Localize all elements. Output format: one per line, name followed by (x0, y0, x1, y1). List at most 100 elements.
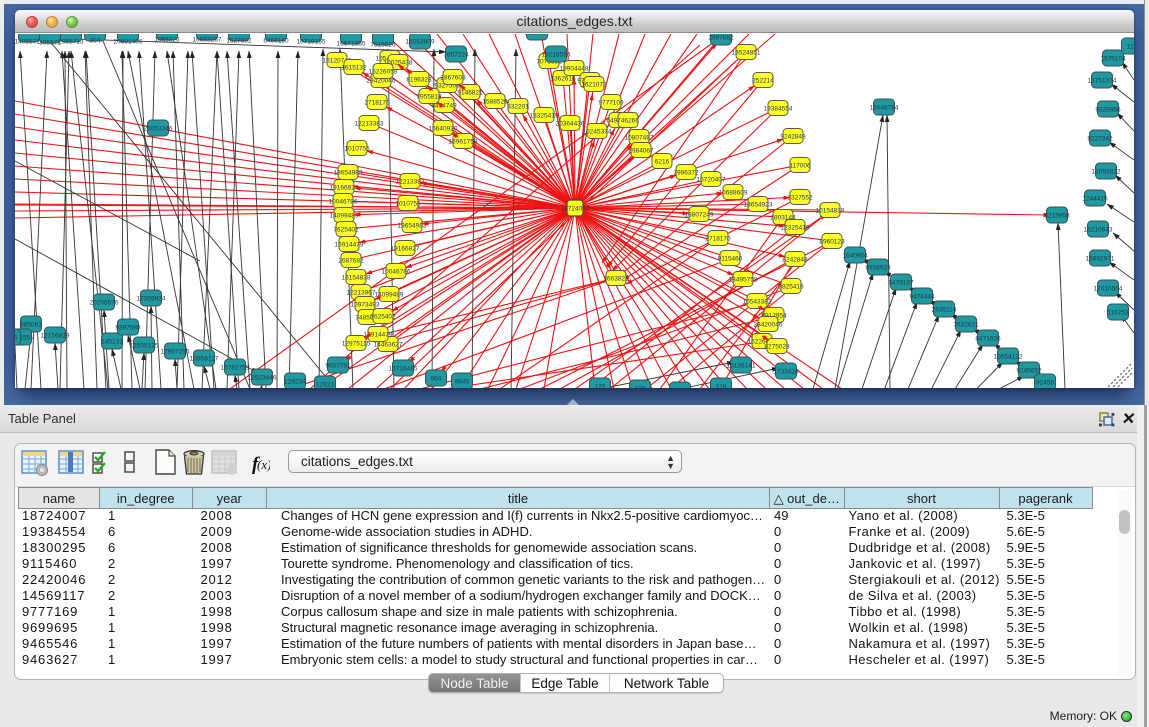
svg-text:7632621: 7632621 (953, 322, 979, 329)
svg-text:964: 964 (431, 376, 442, 383)
svg-text:16782759: 16782759 (221, 365, 250, 372)
svg-text:6479197: 6479197 (888, 280, 914, 287)
svg-text:7986372: 7986372 (673, 170, 699, 177)
svg-text:10543382: 10543382 (743, 299, 772, 306)
svg-text:12213383: 12213383 (396, 179, 425, 186)
svg-text:685061: 685061 (20, 322, 42, 329)
svg-text:125: 125 (595, 384, 606, 389)
svg-text:10245374: 10245374 (583, 129, 612, 136)
svg-text:9146821: 9146821 (457, 90, 483, 97)
svg-text:23420046: 23420046 (754, 322, 783, 329)
svg-text:117006: 117006 (789, 163, 811, 170)
svg-text:8215958: 8215958 (1044, 213, 1070, 220)
svg-text:112: 112 (1127, 44, 1134, 51)
svg-text:8960123: 8960123 (819, 239, 845, 246)
svg-text:2935114: 2935114 (932, 307, 957, 314)
svg-text:19218596: 19218596 (542, 52, 571, 59)
svg-text:10654122: 10654122 (994, 354, 1023, 361)
svg-text:9115460: 9115460 (718, 256, 743, 263)
svg-text:1575104: 1575104 (1100, 56, 1126, 63)
svg-text:17957255: 17957255 (161, 349, 190, 356)
svg-text:15692971: 15692971 (1086, 256, 1115, 263)
svg-text:127: 127 (675, 388, 686, 389)
svg-text:9397588: 9397588 (115, 325, 141, 332)
svg-text:1588520: 1588520 (482, 99, 508, 106)
svg-text:16154838: 16154838 (342, 275, 371, 282)
svg-text:12975115: 12975115 (342, 341, 371, 348)
svg-text:252214: 252214 (752, 78, 774, 85)
svg-text:1065326: 1065326 (154, 37, 180, 44)
svg-text:1621072: 1621072 (581, 82, 607, 89)
svg-text:10719155: 10719155 (297, 39, 326, 46)
svg-text:129234: 129234 (284, 379, 306, 386)
svg-text:19384554: 19384554 (764, 106, 793, 113)
svg-text:7625402: 7625402 (333, 227, 359, 234)
svg-text:3825419: 3825419 (778, 284, 804, 291)
svg-text:1527602: 1527602 (226, 38, 252, 45)
svg-text:19904448: 19904448 (560, 66, 589, 73)
svg-text:2984067: 2984067 (628, 148, 654, 155)
svg-text:26053346: 26053346 (144, 126, 173, 133)
svg-text:16640920: 16640920 (429, 126, 458, 133)
svg-text:16914479: 16914479 (364, 332, 393, 339)
svg-text:1640954: 1640954 (842, 253, 868, 260)
svg-text:116753: 116753 (1107, 310, 1129, 317)
svg-text:1615132: 1615132 (341, 65, 367, 72)
svg-text:(x): (x) (257, 457, 270, 472)
svg-text:12213967: 12213967 (347, 290, 376, 297)
svg-text:15136141: 15136141 (727, 363, 756, 370)
svg-text:9777109: 9777109 (598, 100, 624, 107)
svg-text:13325419: 13325419 (530, 113, 559, 120)
svg-text:20691406: 20691406 (114, 39, 143, 46)
svg-text:7515526: 7515526 (370, 42, 396, 49)
svg-text:13524851: 13524851 (732, 50, 761, 57)
svg-text:7663822: 7663822 (603, 276, 629, 283)
svg-text:6216: 6216 (655, 159, 670, 166)
svg-text:1362615: 1362615 (550, 76, 576, 83)
svg-text:15720407: 15720407 (697, 177, 726, 184)
svg-text:8471626: 8471626 (975, 336, 1001, 343)
svg-text:7955812: 7955812 (416, 94, 442, 101)
svg-text:128: 128 (716, 384, 727, 389)
svg-text:1244415: 1244415 (1082, 196, 1108, 203)
svg-text:12505135: 12505135 (130, 343, 159, 350)
svg-text:13495758: 13495758 (729, 277, 758, 284)
svg-text:9474444: 9474444 (909, 294, 935, 301)
svg-text:304: 304 (90, 38, 101, 45)
svg-text:16671355: 16671355 (337, 41, 366, 48)
svg-text:746266: 746266 (617, 118, 639, 125)
svg-text:10958117: 10958117 (190, 356, 219, 363)
svg-text:20206576: 20206576 (90, 300, 119, 307)
svg-text:10046786: 10046786 (382, 269, 411, 276)
svg-text:16961758: 16961758 (449, 139, 478, 146)
svg-text:15751074: 15751074 (1088, 78, 1117, 85)
svg-text:10807487: 10807487 (625, 135, 654, 142)
svg-text:6466160: 6466160 (263, 38, 289, 45)
svg-text:12923446: 12923446 (248, 375, 277, 382)
svg-text:126: 126 (635, 386, 646, 389)
svg-text:9242848: 9242848 (780, 134, 806, 141)
svg-text:9645: 9645 (455, 379, 470, 386)
svg-text:16053809: 16053809 (406, 39, 435, 46)
svg-text:17010504: 17010504 (1094, 286, 1123, 293)
svg-text:9227342: 9227342 (1087, 136, 1113, 143)
svg-text:8242848: 8242848 (782, 257, 808, 264)
svg-text:9329966: 9329966 (1095, 107, 1121, 114)
svg-text:12923: 12923 (316, 382, 334, 389)
svg-text:2687682: 2687682 (708, 35, 734, 42)
svg-text:2867608: 2867608 (440, 75, 466, 82)
svg-text:18724007: 18724007 (561, 206, 590, 213)
svg-text:12156829: 12156829 (41, 333, 70, 340)
svg-text:2718170: 2718170 (364, 100, 390, 107)
svg-text:12213383: 12213383 (355, 121, 384, 128)
svg-text:832201: 832201 (507, 104, 529, 111)
svg-text:8813054: 8813054 (524, 34, 550, 37)
svg-text:18807249: 18807249 (685, 212, 714, 219)
svg-text:15226058: 15226058 (369, 69, 398, 76)
svg-text:10653267: 10653267 (193, 37, 222, 44)
svg-text:20364436: 20364436 (556, 121, 585, 128)
svg-text:8938923: 8938923 (865, 265, 891, 272)
svg-text:1010755: 1010755 (395, 201, 421, 208)
svg-text:2718170: 2718170 (705, 236, 731, 243)
svg-text:7625402: 7625402 (370, 314, 396, 321)
